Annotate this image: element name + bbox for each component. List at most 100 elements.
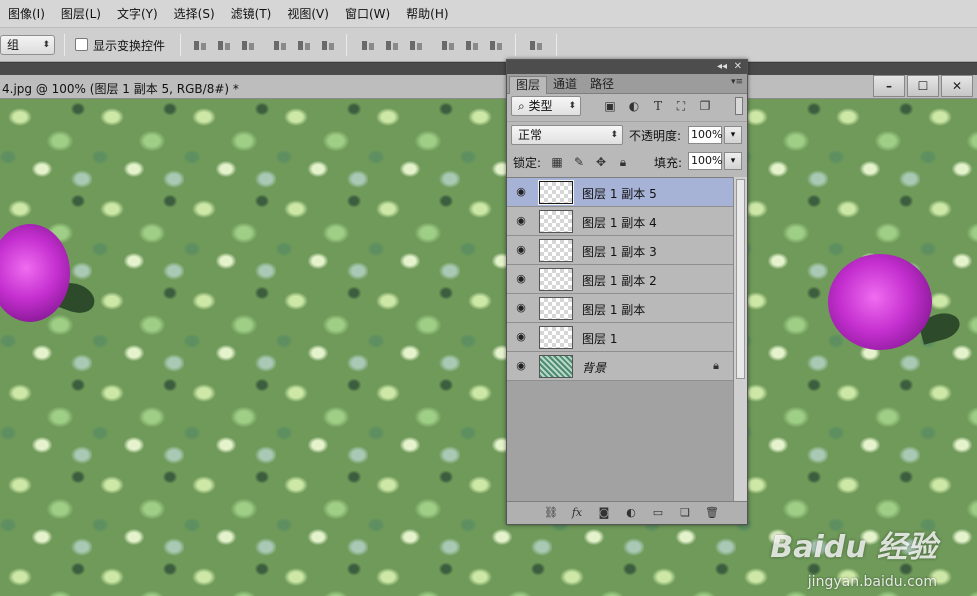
filter-toggle[interactable]: [735, 97, 743, 115]
layer-thumbnail: [539, 210, 573, 233]
eye-icon[interactable]: ◉: [513, 273, 529, 285]
layer-row[interactable]: ◉ 图层 1 副本 4: [507, 207, 733, 236]
watermark-url: jingyan.baidu.com: [807, 574, 937, 590]
eye-icon[interactable]: ◉: [513, 331, 529, 343]
align-left-icon[interactable]: [273, 38, 287, 52]
mask-icon[interactable]: ◙: [596, 506, 612, 520]
adjustment-icon[interactable]: ◐: [623, 506, 639, 520]
folder-icon[interactable]: ▭: [650, 506, 666, 520]
smart-object-icon[interactable]: ❐: [697, 99, 713, 113]
tab-layers[interactable]: 图层: [509, 76, 548, 94]
workspace-strip: [0, 63, 977, 75]
lock-icon: 🔒︎: [713, 359, 719, 372]
dropdown-arrow-icon: ⬍: [610, 130, 618, 140]
distribute-left-icon[interactable]: [441, 38, 455, 52]
scrollbar-thumb[interactable]: [736, 179, 745, 379]
layer-row[interactable]: ◉ 图层 1 副本 2: [507, 265, 733, 294]
distribute-vcenter-icon[interactable]: [385, 38, 399, 52]
brush-icon[interactable]: ✎: [572, 155, 586, 169]
auto-align-icon[interactable]: [529, 38, 543, 52]
layer-row[interactable]: ◉ 图层 1 副本: [507, 294, 733, 323]
tab-channels[interactable]: 通道: [547, 76, 583, 94]
link-icon[interactable]: ⛓: [543, 506, 559, 520]
layer-row[interactable]: ◉ 图层 1 副本 5: [507, 178, 733, 207]
panel-title-bar[interactable]: ◂◂ ✕: [507, 60, 747, 74]
layer-row[interactable]: ◉ 图层 1 副本 3: [507, 236, 733, 265]
fx-icon[interactable]: fx: [569, 506, 585, 520]
fill-dropdown-button[interactable]: ▾: [724, 152, 742, 170]
menu-filter[interactable]: 滤镜(T): [223, 0, 280, 28]
new-layer-icon[interactable]: ❏: [677, 506, 693, 520]
layer-filter-row: ⌕ 类型 ⬍ ▣ ◐ T ⛶ ❐: [507, 94, 747, 120]
opacity-dropdown-button[interactable]: ▾: [724, 126, 742, 144]
minimize-button[interactable]: –: [873, 75, 905, 97]
collapse-panel-icon[interactable]: ◂◂: [717, 60, 727, 74]
blend-mode-value: 正常: [518, 128, 543, 142]
distribute-hcenter-icon[interactable]: [465, 38, 479, 52]
checker-icon[interactable]: ▦: [550, 155, 564, 169]
layer-name: 图层 1 副本 5: [582, 187, 657, 201]
eye-icon[interactable]: ◉: [513, 215, 529, 227]
align-vcenter-icon[interactable]: [217, 38, 231, 52]
search-icon: ⌕: [518, 99, 529, 113]
align-bottom-icon[interactable]: [241, 38, 255, 52]
maximize-button[interactable]: ☐: [907, 75, 939, 97]
lock-row: 锁定: ▦ ✎ ✥ 🔒︎ 填充: 100% ▾: [507, 148, 747, 174]
filter-type-dropdown[interactable]: ⌕ 类型 ⬍: [511, 96, 581, 116]
layer-thumbnail: [539, 326, 573, 349]
trash-icon[interactable]: 🗑︎: [704, 506, 720, 520]
opacity-label: 不透明度:: [629, 129, 682, 143]
menu-window[interactable]: 窗口(W): [337, 0, 398, 28]
align-top-icon[interactable]: [193, 38, 207, 52]
eye-icon[interactable]: ◉: [513, 244, 529, 256]
eye-icon[interactable]: ◉: [513, 360, 529, 372]
move-icon[interactable]: ✥: [594, 155, 608, 169]
menu-view[interactable]: 视图(V): [279, 0, 337, 28]
auto-select-value: 组: [7, 38, 20, 52]
layer-name: 背景: [582, 361, 607, 375]
blend-row: 正常 ⬍ 不透明度: 100% ▾: [507, 121, 747, 147]
distribute-right-icon[interactable]: [489, 38, 503, 52]
align-right-icon[interactable]: [321, 38, 335, 52]
show-transform-checkbox[interactable]: [75, 38, 88, 51]
layer-thumbnail: [539, 268, 573, 291]
image-icon[interactable]: ▣: [602, 99, 618, 113]
menu-image[interactable]: 图像(I): [0, 0, 53, 28]
document-canvas[interactable]: Baidu 经验 jingyan.baidu.com: [0, 99, 977, 596]
toolbar-divider: [556, 34, 557, 56]
lock-icon[interactable]: 🔒︎: [616, 155, 630, 169]
baidu-watermark: Baidu 经验: [770, 530, 937, 565]
document-tab-bar: 4.jpg @ 100% (图层 1 副本 5, RGB/8#) * – ☐ ✕: [0, 75, 977, 99]
menu-type[interactable]: 文字(Y): [109, 0, 166, 28]
auto-select-dropdown[interactable]: 组 ⬍: [0, 35, 55, 55]
panel-menu-icon[interactable]: ▾≡: [731, 77, 743, 87]
layer-thumbnail: [539, 239, 573, 262]
layers-panel: ◂◂ ✕ 图层 通道 路径 ▾≡ ⌕ 类型 ⬍ ▣ ◐ T ⛶ ❐ 正常 ⬍ 不…: [506, 59, 748, 525]
menu-select[interactable]: 选择(S): [166, 0, 223, 28]
align-hcenter-icon[interactable]: [297, 38, 311, 52]
layer-name: 图层 1: [582, 332, 618, 346]
close-button[interactable]: ✕: [941, 75, 973, 97]
layer-thumbnail: [539, 355, 573, 378]
document-tab-title[interactable]: 4.jpg @ 100% (图层 1 副本 5, RGB/8#) *: [2, 80, 239, 97]
maximize-icon: ☐: [917, 79, 929, 93]
eye-icon[interactable]: ◉: [513, 302, 529, 314]
distribute-bottom-icon[interactable]: [409, 38, 423, 52]
dropdown-arrow-icon: ⬍: [42, 40, 50, 50]
close-panel-icon[interactable]: ✕: [734, 60, 742, 74]
opacity-input[interactable]: 100%: [688, 126, 722, 144]
tab-paths[interactable]: 路径: [584, 76, 620, 94]
fill-label: 填充:: [654, 156, 683, 170]
circle-half-icon[interactable]: ◐: [626, 99, 642, 113]
menu-layer[interactable]: 图层(L): [53, 0, 109, 28]
layer-row[interactable]: ◉ 背景 🔒︎: [507, 352, 733, 381]
eye-icon[interactable]: ◉: [513, 186, 529, 198]
shape-icon[interactable]: ⛶: [673, 99, 689, 113]
text-icon[interactable]: T: [650, 99, 666, 113]
blend-mode-dropdown[interactable]: 正常 ⬍: [511, 125, 623, 145]
layers-scrollbar[interactable]: [733, 177, 747, 501]
menu-help[interactable]: 帮助(H): [398, 0, 456, 28]
distribute-top-icon[interactable]: [361, 38, 375, 52]
layer-row[interactable]: ◉ 图层 1: [507, 323, 733, 352]
fill-input[interactable]: 100%: [688, 152, 722, 170]
